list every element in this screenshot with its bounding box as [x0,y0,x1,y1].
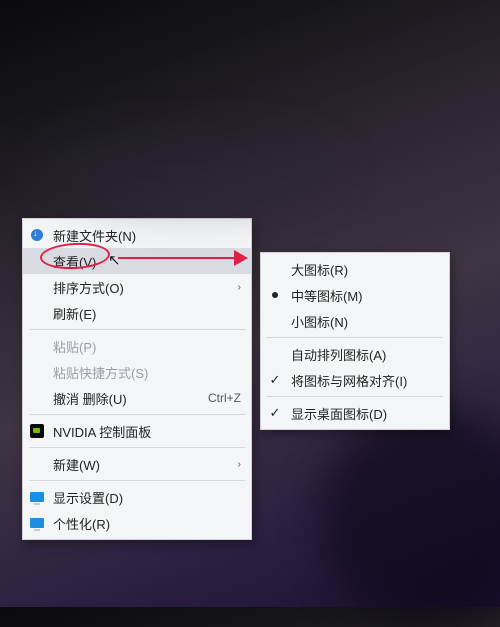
menu-item-personalize[interactable]: 个性化(R) [23,510,251,536]
menu-item-auto-arrange[interactable]: 自动排列图标(A) [261,341,449,367]
menu-item-refresh[interactable]: 刷新(E) [23,300,251,326]
menu-item-paste: 粘贴(P) [23,333,251,359]
menu-separator [267,337,443,338]
menu-item-undo-delete[interactable]: 撤消 删除(U) Ctrl+Z [23,385,251,411]
menu-item-label: 个性化(R) [53,514,241,533]
menu-item-label: 新建(W) [53,455,230,474]
menu-item-show-desktop-icons[interactable]: ✓ 显示桌面图标(D) [261,400,449,426]
menu-item-view[interactable]: 查看(V) › [23,248,251,274]
menu-item-label: 新建文件夹(N) [53,226,241,245]
menu-item-label: 撤消 删除(U) [53,389,200,408]
monitor-icon [29,489,45,505]
folder-new-icon [29,227,45,243]
menu-item-display-settings[interactable]: 显示设置(D) [23,484,251,510]
submenu-arrow-icon: › [238,256,241,267]
submenu-arrow-icon: › [238,459,241,470]
menu-item-new-folder[interactable]: 新建文件夹(N) [23,222,251,248]
check-icon: ✓ [267,372,283,388]
menu-item-large-icons[interactable]: 大图标(R) [261,256,449,282]
menu-item-medium-icons[interactable]: 中等图标(M) [261,282,449,308]
submenu-arrow-icon: › [238,282,241,293]
menu-separator [29,447,245,448]
menu-item-label: 粘贴快捷方式(S) [53,363,241,382]
view-submenu: 大图标(R) 中等图标(M) 小图标(N) 自动排列图标(A) ✓ 将图标与网格… [260,252,450,430]
menu-separator [29,414,245,415]
desktop-context-menu: 新建文件夹(N) 查看(V) › 排序方式(O) › 刷新(E) 粘贴(P) 粘… [22,218,252,540]
menu-item-nvidia[interactable]: NVIDIA 控制面板 [23,418,251,444]
menu-item-label: 显示设置(D) [53,488,241,507]
menu-item-accelerator: Ctrl+Z [208,391,241,405]
cursor-icon: ↖ [108,251,121,269]
bullet-icon [267,287,283,303]
monitor-icon [29,515,45,531]
menu-item-label: 大图标(R) [291,260,439,279]
menu-item-label: 粘贴(P) [53,337,241,356]
menu-item-label: 中等图标(M) [291,286,439,305]
menu-separator [267,396,443,397]
menu-item-align-grid[interactable]: ✓ 将图标与网格对齐(I) [261,367,449,393]
menu-item-label: NVIDIA 控制面板 [53,422,241,441]
menu-separator [29,329,245,330]
menu-item-paste-shortcut: 粘贴快捷方式(S) [23,359,251,385]
menu-item-label: 排序方式(O) [53,278,230,297]
menu-item-label: 小图标(N) [291,312,439,331]
menu-item-label: 查看(V) [53,252,230,271]
menu-separator [29,480,245,481]
menu-item-label: 自动排列图标(A) [291,345,439,364]
nvidia-icon [29,423,45,439]
menu-item-label: 显示桌面图标(D) [291,404,439,423]
menu-item-label: 将图标与网格对齐(I) [291,371,439,390]
menu-item-label: 刷新(E) [53,304,241,323]
check-icon: ✓ [267,405,283,421]
menu-item-new[interactable]: 新建(W) › [23,451,251,477]
menu-item-sort[interactable]: 排序方式(O) › [23,274,251,300]
menu-item-small-icons[interactable]: 小图标(N) [261,308,449,334]
